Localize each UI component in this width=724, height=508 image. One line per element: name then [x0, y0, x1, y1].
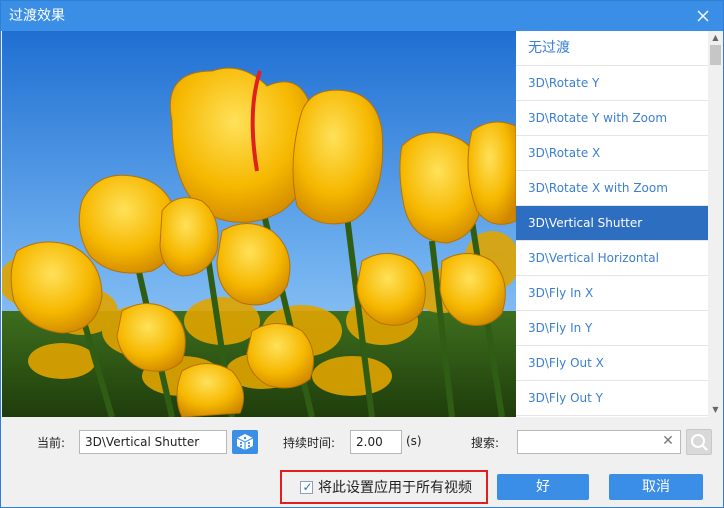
search-icon[interactable] [686, 429, 712, 455]
duration-unit: (s) [406, 434, 422, 448]
title-bar[interactable]: 过渡效果 [1, 1, 723, 31]
scroll-up-icon[interactable]: ▲ [708, 31, 723, 45]
transition-list[interactable]: 无过渡 3D\Rotate Y 3D\Rotate Y with Zoom 3D… [516, 31, 708, 417]
search-input[interactable] [517, 430, 681, 454]
duration-label: 持续时间: [283, 436, 336, 450]
apply-all-label[interactable]: 将此设置应用于所有视频 [318, 479, 472, 497]
scroll-down-icon[interactable]: ▼ [708, 403, 723, 417]
close-icon[interactable] [693, 6, 713, 26]
list-item[interactable]: 无过渡 [516, 31, 708, 66]
current-label: 当前: [37, 436, 66, 450]
ok-button[interactable]: 好 [497, 474, 589, 500]
list-item[interactable]: 3D\Fly In X [516, 276, 708, 311]
clear-icon[interactable]: ✕ [661, 434, 675, 448]
dialog-title: 过渡效果 [9, 8, 65, 24]
duration-input[interactable]: 2.00 [350, 430, 402, 454]
list-item[interactable]: 3D\Fly Out Y [516, 381, 708, 416]
checkmark-icon: ✓ [302, 480, 313, 494]
list-item[interactable]: 3D\Vertical Horizontal [516, 241, 708, 276]
list-item[interactable]: 3D\Rotate Y [516, 66, 708, 101]
random-dice-icon[interactable] [232, 430, 258, 454]
transition-preview-image [2, 31, 516, 417]
apply-all-checkbox[interactable]: ✓ [300, 480, 313, 494]
apply-all-highlight[interactable]: ✓ 将此设置应用于所有视频 [280, 470, 488, 504]
list-item-selected[interactable]: 3D\Vertical Shutter [516, 206, 708, 241]
scroll-thumb[interactable] [710, 45, 721, 65]
list-item[interactable]: 3D\Rotate X [516, 136, 708, 171]
transition-dialog: 过渡效果 无过渡 3D\Rotate Y 3D\Rotate Y with Zo… [0, 0, 724, 508]
list-item[interactable]: 3D\Fly In Y [516, 311, 708, 346]
cancel-button[interactable]: 取消 [609, 474, 703, 500]
list-item[interactable]: 3D\Rotate Y with Zoom [516, 101, 708, 136]
list-item[interactable]: 3D\Fly Out X [516, 346, 708, 381]
current-transition-field[interactable]: 3D\Vertical Shutter [79, 430, 227, 454]
list-item[interactable]: 3D\Rotate X with Zoom [516, 171, 708, 206]
search-label: 搜索: [471, 436, 500, 450]
list-scrollbar[interactable]: ▲ ▼ [708, 31, 723, 417]
